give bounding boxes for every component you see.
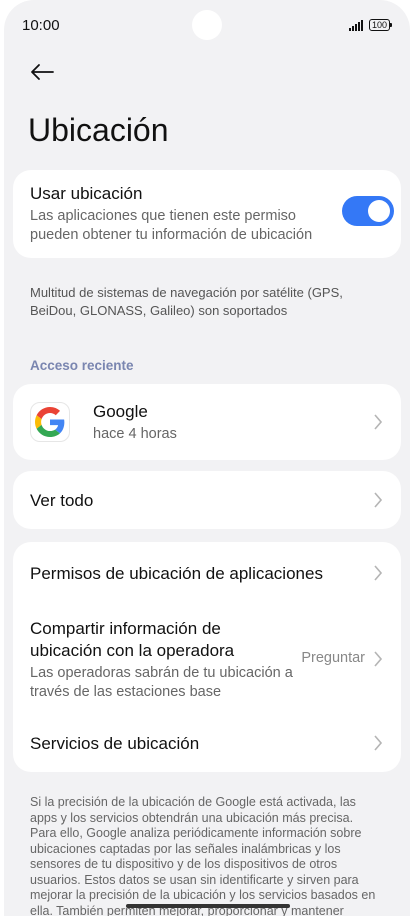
location-services-item[interactable]: Servicios de ubicación xyxy=(13,714,401,772)
chevron-right-icon xyxy=(374,414,383,430)
page-title: Ubicación xyxy=(28,112,169,148)
google-location-accuracy-info: Si la precisión de la ubicación de Googl… xyxy=(30,795,376,916)
front-camera xyxy=(192,10,222,40)
app-last-access: hace 4 horas xyxy=(93,426,177,442)
toggle-knob xyxy=(368,200,390,222)
google-icon xyxy=(30,402,70,442)
chevron-right-icon xyxy=(374,735,383,751)
signal-icon xyxy=(348,19,363,31)
back-arrow-icon xyxy=(31,64,54,80)
chevron-right-icon xyxy=(374,651,383,667)
carrier-sharing-description: Las operadoras sabrán de tu ubicación a … xyxy=(30,665,293,700)
carrier-sharing-title: Compartir información de ubicación con l… xyxy=(30,619,235,660)
see-all-button[interactable]: Ver todo xyxy=(13,471,401,529)
recent-app-google[interactable]: Google hace 4 horas xyxy=(13,384,401,460)
location-settings-group: Permisos de ubicación de aplicaciones Co… xyxy=(13,542,401,772)
gnss-info: Multitud de sistemas de navegación por s… xyxy=(30,285,343,318)
see-all-label: Ver todo xyxy=(30,491,94,510)
status-time: 10:00 xyxy=(22,17,60,34)
back-button[interactable] xyxy=(26,58,58,86)
use-location-toggle[interactable] xyxy=(342,196,394,226)
app-location-permissions-label: Permisos de ubicación de aplicaciones xyxy=(30,564,323,583)
use-location-description: Las aplicaciones que tienen este permiso… xyxy=(30,208,313,243)
phone-screen: 10:00 100 Ubicación Usar ubicación Las a… xyxy=(4,0,410,916)
app-name: Google xyxy=(93,402,148,421)
app-location-permissions-item[interactable]: Permisos de ubicación de aplicaciones xyxy=(13,542,401,604)
home-indicator[interactable] xyxy=(126,904,290,908)
battery-icon: 100 xyxy=(368,19,393,31)
use-location-title: Usar ubicación xyxy=(30,184,143,203)
chevron-right-icon xyxy=(374,565,383,581)
location-services-label: Servicios de ubicación xyxy=(30,734,200,753)
status-bar: 10:00 100 xyxy=(4,0,410,52)
recent-access-header: Acceso reciente xyxy=(30,358,134,373)
carrier-location-sharing-item[interactable]: Compartir información de ubicación con l… xyxy=(13,608,401,708)
status-icons: 100 xyxy=(348,19,393,31)
chevron-right-icon xyxy=(374,492,383,508)
carrier-sharing-value: Preguntar xyxy=(301,650,365,666)
